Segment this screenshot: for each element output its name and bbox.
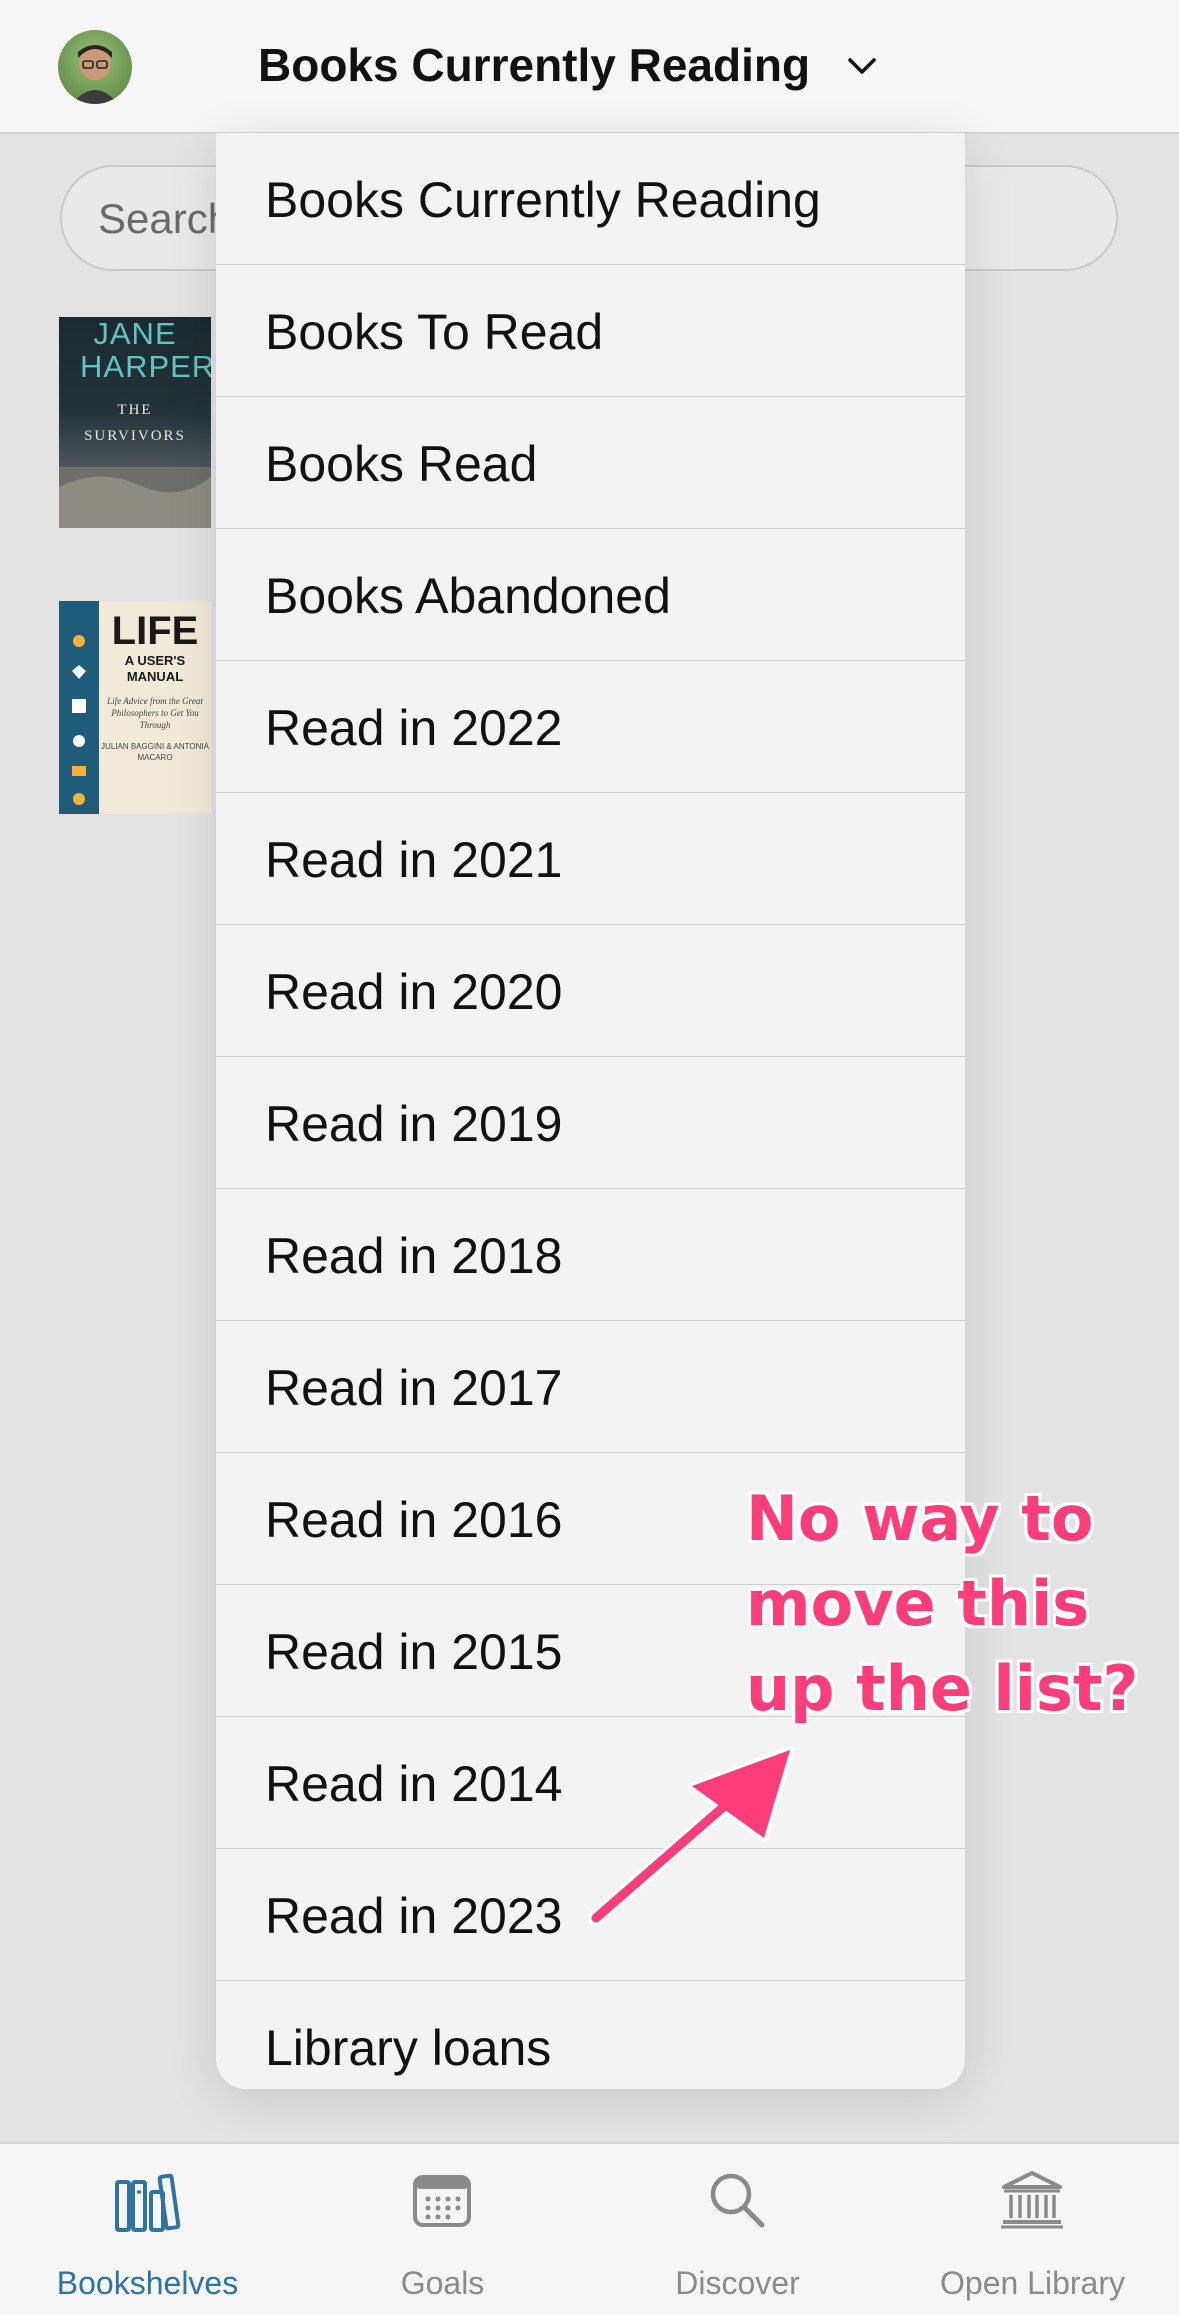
- bookshelves-icon: [115, 2173, 181, 2232]
- book-title: THE SURVIVORS: [84, 402, 186, 444]
- search-icon: [710, 2173, 765, 2228]
- bottom-tab-bar: Bookshelves Goals Discover Open Library: [0, 2142, 1179, 2315]
- shelf-selector-title[interactable]: Books Currently Reading: [258, 38, 810, 92]
- calendar-icon: [413, 2175, 471, 2227]
- user-avatar[interactable]: [58, 30, 132, 104]
- menu-item-read-in-2021[interactable]: Read in 2021: [216, 793, 965, 925]
- tab-label: Open Library: [940, 2265, 1125, 2301]
- annotation-arrow-icon: [588, 1746, 794, 1926]
- book-cover[interactable]: LIFE A USER'S MANUAL Life Advice from th…: [59, 601, 211, 814]
- menu-item-library-loans[interactable]: Library loans: [216, 1981, 965, 2089]
- book-subtitle: A USER'S MANUAL: [124, 653, 186, 684]
- menu-item-read-in-2018[interactable]: Read in 2018: [216, 1189, 965, 1321]
- tab-bookshelves[interactable]: Bookshelves: [0, 2144, 295, 2315]
- menu-item-read-in-2019[interactable]: Read in 2019: [216, 1057, 965, 1189]
- menu-item-read-in-2020[interactable]: Read in 2020: [216, 925, 965, 1057]
- tab-discover[interactable]: Discover: [590, 2144, 885, 2315]
- book-authors: JULIAN BAGGINI & ANTONIA MACARO: [101, 742, 209, 762]
- book-cover[interactable]: JANE HARPER THE SURVIVORS: [59, 317, 211, 528]
- menu-item-books-currently-reading[interactable]: Books Currently Reading: [216, 133, 965, 265]
- top-bar: Books Currently Reading: [0, 0, 1179, 134]
- menu-item-read-in-2022[interactable]: Read in 2022: [216, 661, 965, 793]
- tab-goals[interactable]: Goals: [295, 2144, 590, 2315]
- annotation-text: No way to move this up the list?: [746, 1482, 1139, 1725]
- book-tagline: Life Advice from the Great Philosophers …: [107, 696, 203, 730]
- menu-item-read-in-2017[interactable]: Read in 2017: [216, 1321, 965, 1453]
- book-author: JANE HARPER: [80, 317, 211, 384]
- menu-item-books-to-read[interactable]: Books To Read: [216, 265, 965, 397]
- tab-label: Bookshelves: [56, 2265, 239, 2301]
- library-building-icon: [1001, 2171, 1063, 2229]
- chevron-down-icon[interactable]: [842, 46, 882, 86]
- search-placeholder: Search: [98, 195, 232, 242]
- tab-label: Discover: [675, 2265, 800, 2301]
- avatar-face-icon: [72, 45, 118, 104]
- menu-item-books-read[interactable]: Books Read: [216, 397, 965, 529]
- tab-open-library[interactable]: Open Library: [885, 2144, 1179, 2315]
- tab-label: Goals: [400, 2265, 485, 2301]
- book-title: LIFE: [111, 609, 199, 653]
- menu-item-books-abandoned[interactable]: Books Abandoned: [216, 529, 965, 661]
